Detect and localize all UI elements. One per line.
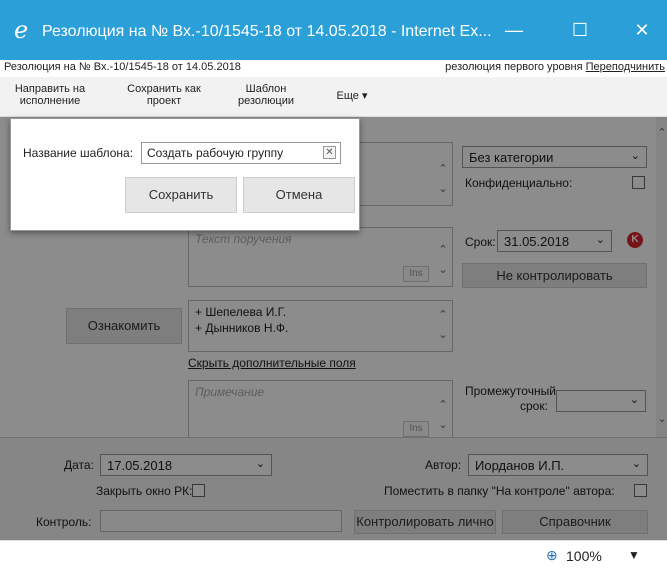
reassign-link[interactable]: Переподчинить [586, 61, 665, 73]
chevron-down-icon: ▾ [361, 90, 368, 102]
save-project-label-1: Сохранить как [127, 83, 201, 95]
clear-icon[interactable]: ✕ [323, 146, 336, 159]
zoom-dropdown-icon[interactable]: ▼ [628, 548, 640, 562]
window-title: Резолюция на № Вх.-10/1545-18 от 14.05.2… [42, 23, 492, 40]
save-as-project-button[interactable]: Сохранить как проект [120, 83, 208, 107]
resolution-level: резолюция первого уровня Переподчинить [445, 61, 665, 73]
more-label: Еще [336, 90, 359, 102]
template-name-dialog: Название шаблона: Создать рабочую группу… [10, 118, 360, 231]
template-label-2: резолюции [237, 95, 295, 107]
toolbar: Направить на исполнение Сохранить как пр… [0, 77, 667, 117]
close-button[interactable]: ✕ [630, 18, 654, 42]
zoom-level[interactable]: 100% [566, 548, 602, 564]
template-name-input[interactable]: Создать рабочую группу ✕ [141, 142, 341, 164]
maximize-button[interactable]: ☐ [568, 18, 592, 42]
document-title: Резолюция на № Вх.-10/1545-18 от 14.05.2… [4, 61, 241, 73]
resolution-level-text: резолюция первого уровня [445, 61, 583, 73]
zoom-icon[interactable]: ⊕ [546, 547, 558, 564]
more-button[interactable]: Еще ▾ [328, 90, 376, 102]
minimize-button[interactable]: — [502, 18, 526, 42]
window-titlebar: e Резолюция на № Вх.-10/1545-18 от 14.05… [0, 0, 667, 60]
dialog-save-button[interactable]: Сохранить [125, 177, 237, 213]
status-bar: ⊕ 100% ▼ [0, 540, 667, 570]
template-name-label: Название шаблона: [23, 146, 134, 160]
save-project-label-2: проект [146, 95, 182, 107]
resolution-template-button[interactable]: Шаблон резолюции [226, 83, 306, 107]
send-to-execution-button[interactable]: Направить на исполнение [10, 83, 90, 107]
dialog-cancel-button[interactable]: Отмена [243, 177, 355, 213]
send-exec-label-2: исполнение [19, 95, 81, 107]
send-exec-label-1: Направить на [14, 83, 86, 95]
ie-icon: e [14, 16, 29, 44]
document-header: Резолюция на № Вх.-10/1545-18 от 14.05.2… [0, 60, 667, 77]
template-name-value: Создать рабочую группу [147, 146, 284, 160]
template-label-1: Шаблон [245, 83, 287, 95]
